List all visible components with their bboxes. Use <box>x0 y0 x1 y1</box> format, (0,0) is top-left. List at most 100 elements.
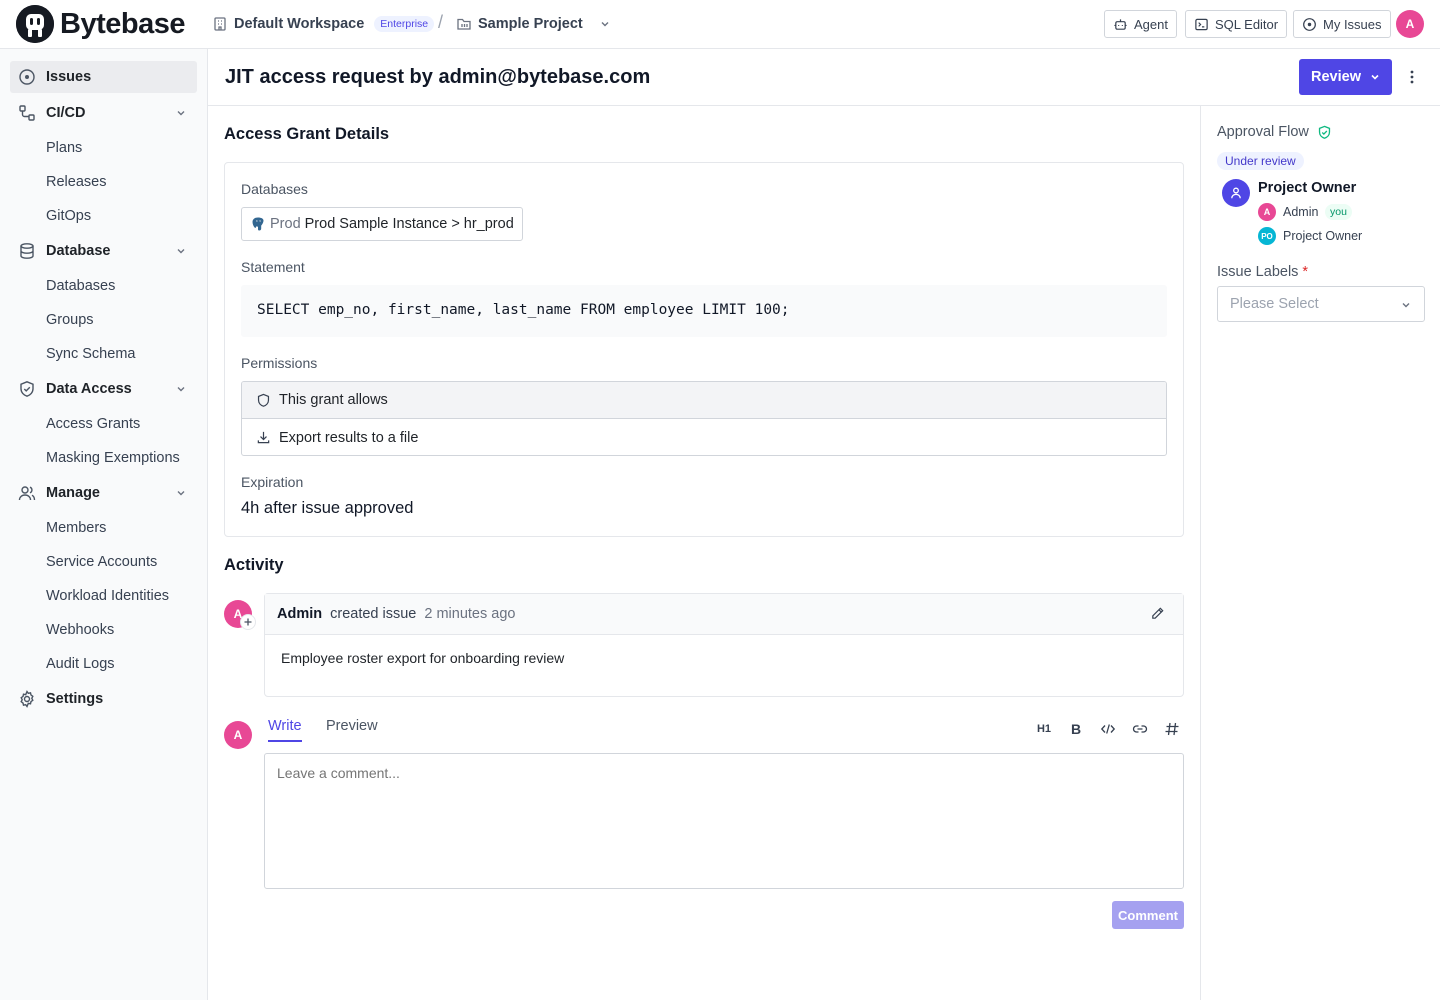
sidebar-item-groups[interactable]: Groups <box>46 310 94 330</box>
postgres-icon <box>252 217 264 231</box>
activity-action: created issue <box>330 606 417 622</box>
activity-author: Admin <box>277 606 323 622</box>
sidebar-item-access-grants[interactable]: Access Grants <box>46 414 140 434</box>
link-icon <box>1132 725 1148 733</box>
chevron-down-icon <box>177 491 185 496</box>
sidebar-item-database[interactable]: Database <box>10 235 197 267</box>
approver-name: Project Owner <box>1283 229 1363 243</box>
composer-avatar: A <box>224 721 252 749</box>
sidebar-item-data-access[interactable]: Data Access <box>10 373 197 405</box>
expiration-value: 4h after issue approved <box>241 499 414 517</box>
review-button-label: Review <box>1311 69 1361 85</box>
agent-button-label: Agent <box>1134 16 1168 32</box>
project-switcher[interactable]: Sample Project <box>456 14 611 34</box>
bold-format-button[interactable]: B <box>1068 720 1084 738</box>
database-env: Prod <box>270 216 301 232</box>
gear-icon <box>20 690 34 708</box>
my-issues-button[interactable]: My Issues <box>1293 10 1391 38</box>
sidebar-item-cicd[interactable]: CI/CD <box>10 97 197 129</box>
approval-role-name: Project Owner <box>1258 180 1357 196</box>
code-format-button[interactable] <box>1100 720 1116 738</box>
issue-labels-select[interactable]: Please Select <box>1217 286 1425 322</box>
sidebar-item-plans[interactable]: Plans <box>46 138 82 158</box>
permissions-header: This grant allows <box>242 382 1166 419</box>
building-icon <box>214 17 226 31</box>
issue-circle-icon <box>19 69 35 85</box>
chevron-down-icon <box>177 387 185 392</box>
project-name: Sample Project <box>478 16 583 32</box>
sidebar-item-workload-identities[interactable]: Workload Identities <box>46 586 169 606</box>
project-folder-icon <box>457 18 471 30</box>
sql-editor-button[interactable]: SQL Editor <box>1185 10 1288 38</box>
databases-label: Databases <box>241 181 308 197</box>
comment-submit-button[interactable]: Comment <box>1112 901 1184 929</box>
sidebar-item-service-accounts[interactable]: Service Accounts <box>46 552 157 572</box>
comment-input[interactable] <box>264 753 1184 889</box>
shield-check-icon <box>20 381 34 397</box>
link-format-button[interactable] <box>1132 720 1148 738</box>
shield-icon <box>257 393 270 407</box>
breadcrumb-separator: / <box>438 12 444 32</box>
tab-write[interactable]: Write <box>268 718 302 742</box>
issue-created-icon <box>240 614 256 630</box>
bytebase-logo[interactable]: Bytebase <box>16 5 185 43</box>
sidebar-item-issues[interactable]: Issues <box>10 61 197 93</box>
sidebar-item-sync-schema[interactable]: Sync Schema <box>46 344 135 364</box>
user-avatar[interactable]: A <box>1396 10 1424 38</box>
hashtag-format-button[interactable] <box>1164 720 1180 738</box>
sidebar-item-databases[interactable]: Databases <box>46 276 115 296</box>
workspace-switcher[interactable]: Default Workspace Enterprise <box>212 14 435 34</box>
sidebar-item-label: CI/CD <box>46 105 86 121</box>
database-icon <box>20 243 34 259</box>
plan-badge: Enterprise <box>374 16 435 32</box>
approver-avatar: PO <box>1258 227 1276 245</box>
activity-entry-body: Employee roster export for onboarding re… <box>281 650 565 666</box>
sidebar-item-gitops[interactable]: GitOps <box>46 206 91 226</box>
tab-preview[interactable]: Preview <box>326 718 378 742</box>
my-issues-button-label: My Issues <box>1323 16 1382 32</box>
sql-editor-button-label: SQL Editor <box>1215 16 1279 32</box>
sidebar-item-manage[interactable]: Manage <box>10 477 197 509</box>
heading-format-button[interactable]: H1 <box>1036 720 1052 738</box>
bot-icon <box>1114 18 1127 30</box>
role-user-icon <box>1222 179 1250 207</box>
issue-labels-title: Issue Labels * <box>1217 264 1308 280</box>
approval-flow-title-text: Approval Flow <box>1217 124 1309 140</box>
required-marker: * <box>1302 264 1309 280</box>
activity-section-title: Activity <box>224 556 284 574</box>
sidebar-item-members[interactable]: Members <box>46 518 106 538</box>
sidebar-item-webhooks[interactable]: Webhooks <box>46 620 114 640</box>
sidebar-item-masking-exemptions[interactable]: Masking Exemptions <box>46 448 180 468</box>
issue-labels-placeholder: Please Select <box>1230 296 1319 312</box>
review-button[interactable]: Review <box>1299 59 1392 95</box>
download-icon <box>257 431 270 444</box>
database-chip[interactable]: Prod Prod Sample Instance > hr_prod <box>241 207 523 241</box>
workspace-name: Default Workspace <box>234 16 365 32</box>
approver-name: Admin <box>1283 205 1319 219</box>
page-header: JIT access request by admin@bytebase.com… <box>208 49 1440 106</box>
chevron-down-icon <box>601 22 609 27</box>
permission-row: Export results to a file <box>242 419 1166 455</box>
brand-name: Bytebase <box>60 7 185 40</box>
sidebar-item-settings[interactable]: Settings <box>10 683 197 715</box>
statement-label: Statement <box>241 259 305 275</box>
sidebar-item-label: Database <box>46 243 111 259</box>
chevron-down-icon <box>1371 74 1379 80</box>
sidebar-item-releases[interactable]: Releases <box>46 172 106 192</box>
sql-statement: SELECT emp_no, first_name, last_name FRO… <box>241 285 1167 337</box>
database-name: hr_prod <box>463 216 514 232</box>
more-options-button[interactable] <box>1404 67 1420 87</box>
workflow-icon <box>19 105 35 121</box>
approval-status-badge: Under review <box>1217 152 1304 170</box>
users-icon <box>18 486 36 501</box>
sidebar-item-audit-logs[interactable]: Audit Logs <box>46 654 115 674</box>
chevron-down-icon <box>177 111 185 116</box>
edit-comment-button[interactable] <box>1150 606 1165 621</box>
sidebar: Issues CI/CD Plans Releases GitOps Datab… <box>0 49 208 1000</box>
pencil-icon <box>1152 607 1164 619</box>
agent-button[interactable]: Agent <box>1104 10 1177 38</box>
grant-details-card: Databases Prod Prod Sample Instance > hr… <box>224 162 1184 537</box>
page-title: JIT access request by admin@bytebase.com <box>225 66 651 88</box>
approval-flow-title: Approval Flow <box>1217 124 1332 140</box>
permission-text: Export results to a file <box>279 429 419 446</box>
